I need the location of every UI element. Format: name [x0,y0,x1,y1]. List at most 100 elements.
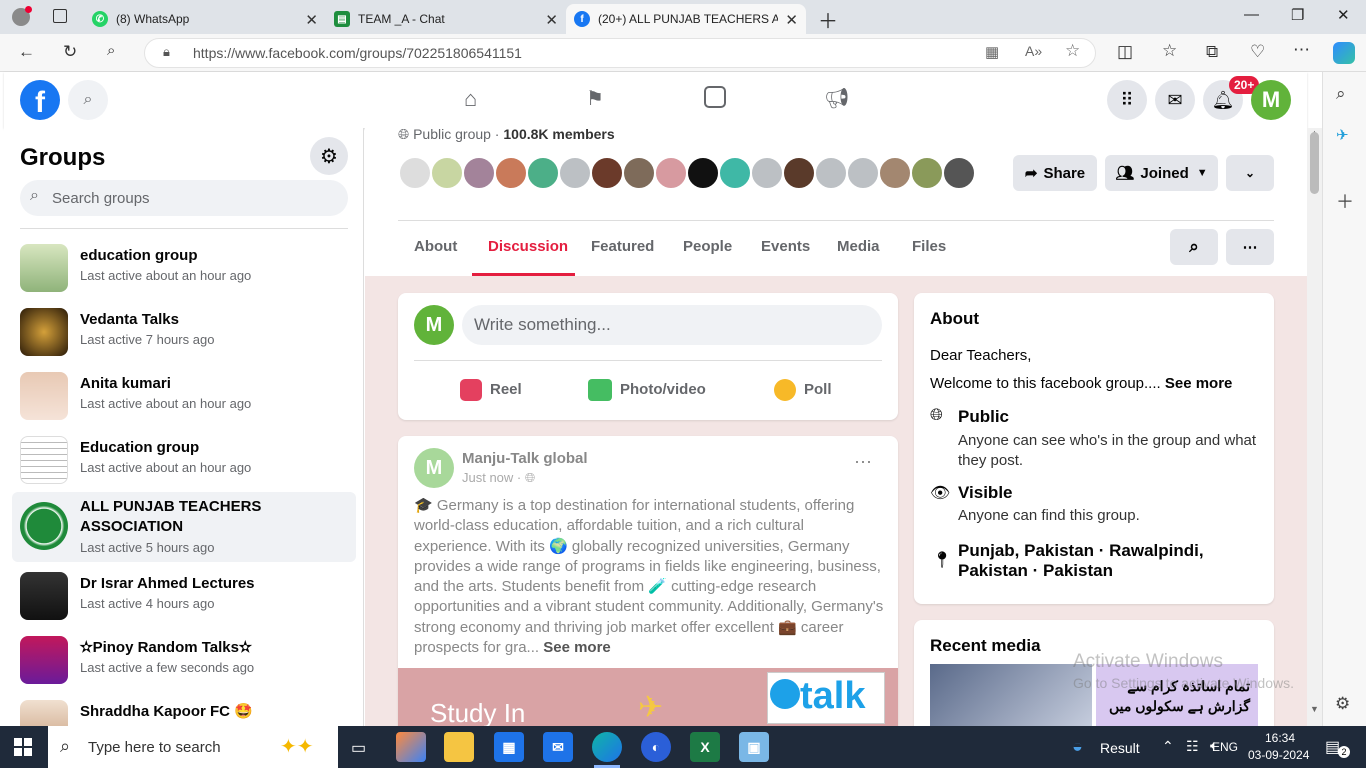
collections-icon[interactable]: ⧉ [1206,42,1218,62]
read-aloud-icon[interactable]: A» [1025,43,1042,59]
group-item[interactable]: Dr Israr Ahmed Lectures Last active 4 ho… [12,568,356,632]
post-avatar[interactable]: M [414,448,454,488]
excel-icon[interactable]: X [690,732,720,762]
post-more-icon[interactable]: ⋯ [854,452,872,473]
telegram-icon[interactable]: ✈ [1336,126,1349,144]
tab-actions-icon[interactable] [53,9,67,23]
tab-events[interactable]: Events [761,238,810,255]
browser-essentials-icon[interactable]: ♡ [1250,42,1265,62]
back-icon[interactable]: ← [18,42,35,62]
search-icon: ⌕ [1189,237,1199,256]
language-indicator[interactable]: ENG [1212,740,1238,754]
ads-megaphone-icon[interactable]: 📢︎ [824,86,849,111]
copilot-app-icon[interactable] [396,732,426,762]
share-button[interactable]: ➦ Share [1013,155,1097,191]
group-last-active: Last active about an hour ago [80,396,252,411]
group-more-button[interactable]: ⋯ [1226,229,1274,265]
group-item-selected[interactable]: ALL PUNJAB TEACHERS ASSOCIATION Last act… [12,492,356,562]
groups-settings-icon[interactable]: ⚙ [310,137,348,175]
settings-icon[interactable]: ⚙ [1335,694,1350,714]
new-tab-icon[interactable]: ＋ [818,5,838,34]
post-author[interactable]: Manju-Talk global [462,450,588,467]
home-icon[interactable]: ⌂ [464,86,477,112]
close-tab-icon[interactable]: ✕ [785,11,798,29]
close-tab-icon[interactable]: ✕ [545,11,558,29]
search-icon[interactable]: ⌕ [107,42,115,59]
poll-button[interactable]: Poll [774,379,832,401]
clock-date[interactable]: 03-09-2024 [1248,748,1309,762]
group-item[interactable]: Shraddha Kapoor FC 🤩 [12,696,356,726]
split-screen-icon[interactable]: ◫ [1117,42,1133,62]
scroll-down-arrow[interactable]: ▼ [1310,704,1319,714]
edge-browser-icon[interactable] [592,732,622,762]
facebook-logo-icon[interactable]: f [20,80,60,120]
group-item[interactable]: Vedanta Talks Last active 7 hours ago [12,304,356,368]
more-options-icon[interactable]: ⋯ [1293,40,1310,60]
mail-icon[interactable]: ✉ [543,732,573,762]
tab-discussion[interactable]: Discussion [488,238,568,255]
window-close-icon[interactable]: ✕ [1337,6,1350,24]
photos-icon[interactable]: ▣ [739,732,769,762]
store-icon[interactable]: ▦ [494,732,524,762]
tab-about[interactable]: About [414,238,457,255]
favorite-star-icon[interactable]: ☆ [1065,41,1080,61]
tab-team-chat[interactable]: ▤ TEAM _A - Chat ✕ [326,4,566,34]
location-pin-icon: 📍︎ [932,552,953,569]
tab-people[interactable]: People [683,238,732,255]
tab-featured[interactable]: Featured [591,238,654,255]
pages-flag-icon[interactable]: ⚑ [586,86,604,111]
see-more-link[interactable]: See more [1165,375,1233,392]
close-tab-icon[interactable]: ✕ [305,11,318,29]
group-item[interactable]: Anita kumari Last active about an hour a… [12,368,356,432]
share-icon: ➦ [1024,165,1038,182]
menu-grid-icon[interactable]: ⠿ [1107,80,1147,120]
group-item[interactable]: Education group Last active about an hou… [12,432,356,496]
network-icon[interactable]: ☷ [1186,738,1199,755]
group-search-button[interactable]: ⌕ [1170,229,1218,265]
clock-time[interactable]: 16:34 [1265,731,1295,745]
url-field[interactable]: 🔒︎ https://www.facebook.com/groups/70225… [144,38,1096,68]
chevron-up-icon[interactable]: ⌃ [1162,738,1174,755]
tab-whatsapp[interactable]: ✆ (8) WhatsApp ✕ [84,4,326,34]
more-dropdown-button[interactable]: ⌄ [1226,155,1274,191]
file-explorer-icon[interactable] [444,732,474,762]
app-icon[interactable]: ▦ [985,43,999,61]
reel-button[interactable]: Reel [460,379,522,401]
restore-icon[interactable]: ❐ [1291,6,1304,24]
group-item[interactable]: education group Last active about an hou… [12,240,356,304]
app-icon[interactable]: ◐ [641,732,671,762]
page-scrollbar[interactable]: ▲ ▼ [1307,128,1322,726]
composer-avatar[interactable]: M [414,305,454,345]
tab-files[interactable]: Files [912,238,946,255]
scroll-thumb[interactable] [1310,132,1319,194]
lock-icon[interactable]: 🔒︎ [163,44,170,60]
task-view-icon[interactable]: ▭ [351,738,366,758]
weather-text[interactable]: Result [1100,740,1140,756]
messenger-icon[interactable]: ✉ [1155,80,1195,120]
taskbar-search-box[interactable]: ⌕ Type here to search ✦✦ [48,726,338,768]
write-something-input[interactable]: Write something... [462,305,882,345]
media-thumb[interactable] [930,664,1092,726]
copilot-icon[interactable] [1333,42,1355,64]
member-count[interactable]: 100.8K members [503,128,614,142]
tab-media[interactable]: Media [837,238,880,255]
gaming-icon[interactable] [704,86,726,108]
group-item[interactable]: ✫Pinoy Random Talks✫ Last active a few s… [12,632,356,696]
profile-icon[interactable] [12,6,32,26]
sidebar-search-icon[interactable]: ⌕ [1336,84,1346,104]
add-icon[interactable]: ＋ [1336,188,1354,214]
search-groups-input[interactable]: ⌕ Search groups [20,180,348,216]
tab-facebook[interactable]: f (20+) ALL PUNJAB TEACHERS ASS ✕ [566,4,806,34]
post-image[interactable]: Study In ✈ talk [398,668,898,726]
see-more-link[interactable]: See more [543,639,611,656]
fb-search-icon[interactable]: ⌕ [68,80,108,120]
minimize-icon[interactable]: — [1244,6,1259,23]
member-avatars[interactable] [398,156,976,190]
weather-icon[interactable]: ◒ [1072,736,1083,757]
photo-video-button[interactable]: Photo/video [588,379,706,401]
profile-avatar[interactable]: M [1251,80,1291,120]
joined-button[interactable]: 👥︎ Joined ▼ [1105,155,1218,191]
start-windows-icon[interactable] [14,738,32,756]
favorites-icon[interactable]: ☆ [1162,41,1177,61]
refresh-icon[interactable]: ↻ [63,42,77,62]
